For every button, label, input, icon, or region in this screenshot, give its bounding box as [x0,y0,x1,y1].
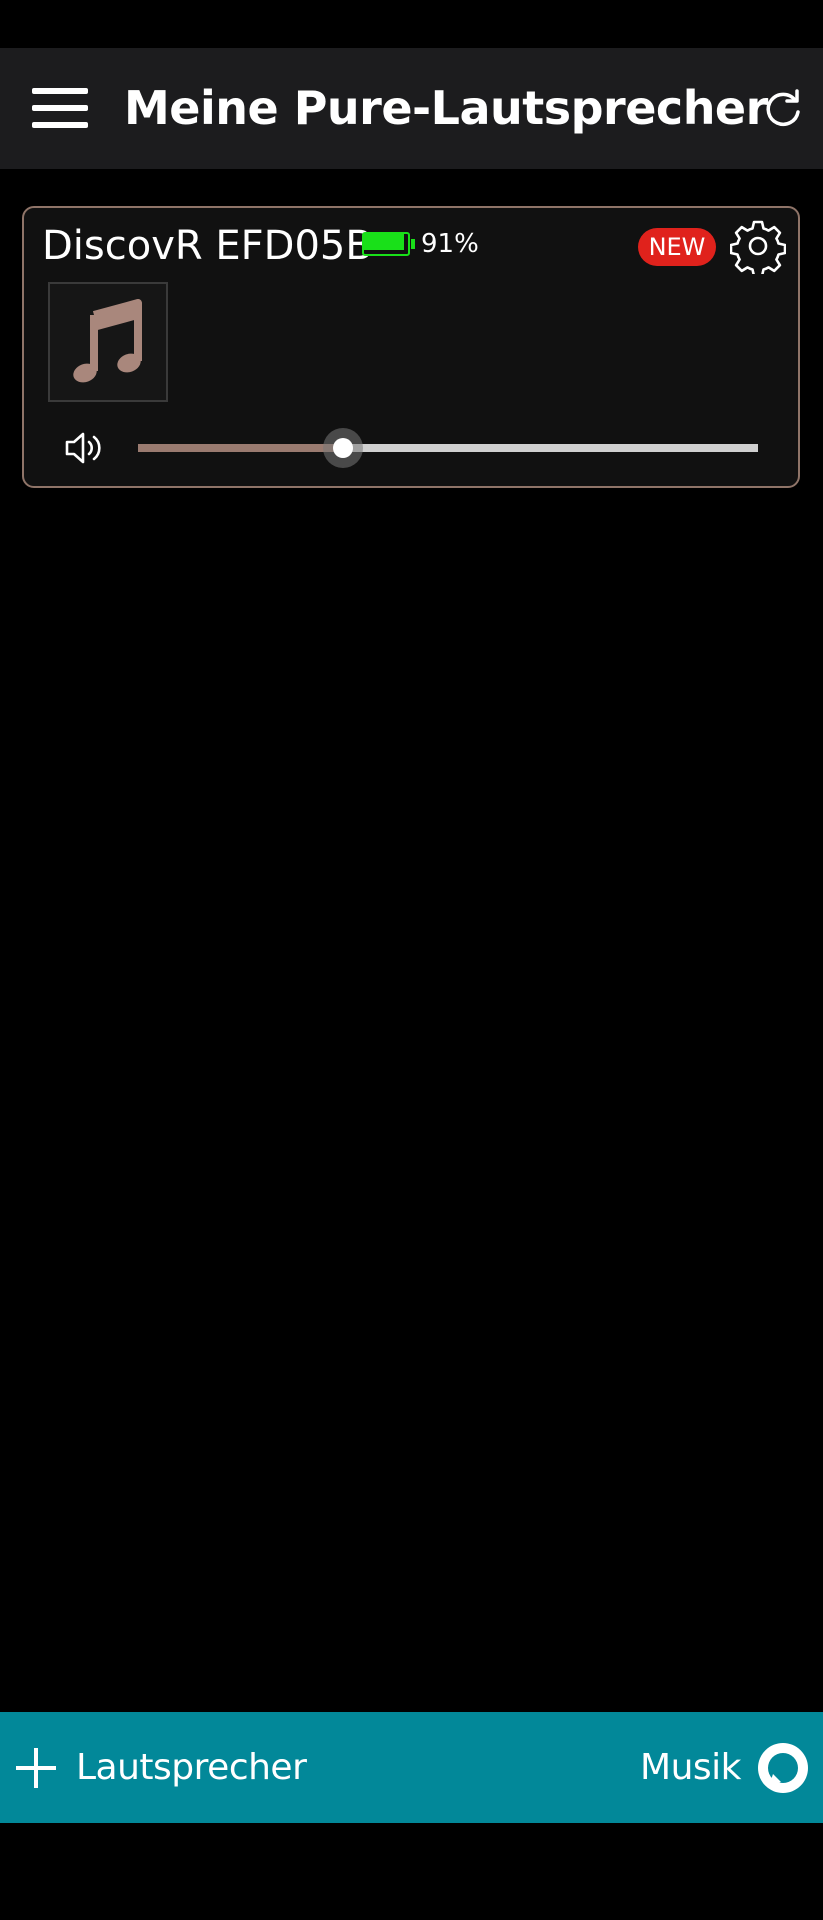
refresh-icon [766,89,800,127]
speaker-name: DiscovR EFD05B [42,223,373,269]
volume-slider[interactable] [138,426,758,470]
page-title: Meine Pure-Lautsprecher [124,81,768,135]
music-note-icon [73,299,142,383]
new-badge: NEW [638,228,716,266]
menu-button[interactable] [32,88,88,128]
speaker-volume-icon [65,432,101,464]
volume-slider-fill [138,444,343,452]
refresh-button[interactable] [762,88,804,130]
add-speaker-label: Lautsprecher [76,1747,307,1788]
battery-level [364,234,404,250]
music-button[interactable]: Musik [640,1730,809,1806]
volume-slider-thumb[interactable] [323,428,363,468]
add-speaker-button[interactable]: Lautsprecher [16,1730,307,1806]
alexa-ring-icon [758,1743,808,1793]
plus-icon [16,1748,56,1788]
battery-percentage: 91% [421,229,479,259]
app-bar: Meine Pure-Lautsprecher [0,48,823,169]
hamburger-menu-icon [32,88,88,94]
battery-icon [362,232,416,256]
bottom-action-bar: Lautsprecher Musik [0,1712,823,1823]
app-screen: Meine Pure-Lautsprecher DiscovR EFD05B 9… [0,0,823,1920]
speaker-settings-button[interactable] [729,218,787,278]
speaker-card[interactable]: DiscovR EFD05B 91% NEW [22,206,800,488]
gear-icon [729,220,787,278]
album-art [48,282,168,402]
music-label: Musik [640,1747,741,1788]
